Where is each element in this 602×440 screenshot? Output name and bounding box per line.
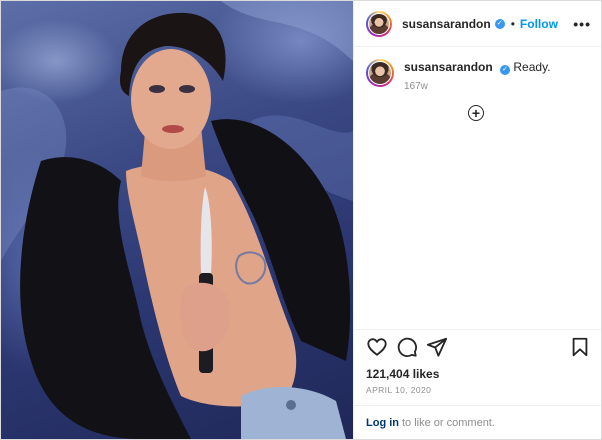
separator-dot: • (510, 16, 515, 31)
verified-icon: ✓ (494, 18, 505, 29)
caption-age[interactable]: 167w (404, 79, 551, 95)
caption-text: Ready. (513, 60, 551, 74)
caption-username[interactable]: susansarandon (404, 60, 493, 74)
post-photo-illustration (1, 1, 353, 439)
post-photo[interactable] (1, 1, 353, 439)
bookmark-icon[interactable] (569, 336, 591, 358)
caption-comment: susansarandon ✓ Ready. 167w (366, 59, 589, 95)
login-link[interactable]: Log in (366, 417, 399, 429)
avatar-image (368, 61, 392, 85)
login-prompt: Log in to like or comment. (354, 405, 601, 439)
more-options-icon[interactable]: ••• (573, 16, 591, 32)
heart-icon[interactable] (366, 336, 388, 358)
username-link[interactable]: susansarandon (402, 17, 491, 31)
avatar-image (368, 12, 390, 35)
comment-icon[interactable] (396, 336, 418, 358)
share-icon[interactable] (426, 336, 448, 358)
follow-button[interactable]: Follow (520, 17, 558, 31)
comments-area: susansarandon ✓ Ready. 167w + (354, 47, 601, 329)
caption-avatar[interactable] (366, 59, 394, 87)
avatar[interactable] (366, 10, 392, 37)
like-count[interactable]: 121,404 likes (354, 363, 601, 383)
login-text: to like or comment. (402, 416, 495, 429)
caption-body: susansarandon ✓ Ready. 167w (404, 59, 551, 95)
instagram-post: susansarandon ✓ • Follow ••• susansarand… (0, 0, 602, 440)
add-circle-icon[interactable]: + (468, 105, 484, 121)
action-bar (354, 329, 601, 363)
post-date[interactable]: APRIL 10, 2020 (354, 383, 601, 401)
verified-icon: ✓ (500, 65, 511, 75)
post-side-panel: susansarandon ✓ • Follow ••• susansarand… (353, 1, 601, 439)
post-header: susansarandon ✓ • Follow ••• (354, 1, 601, 47)
